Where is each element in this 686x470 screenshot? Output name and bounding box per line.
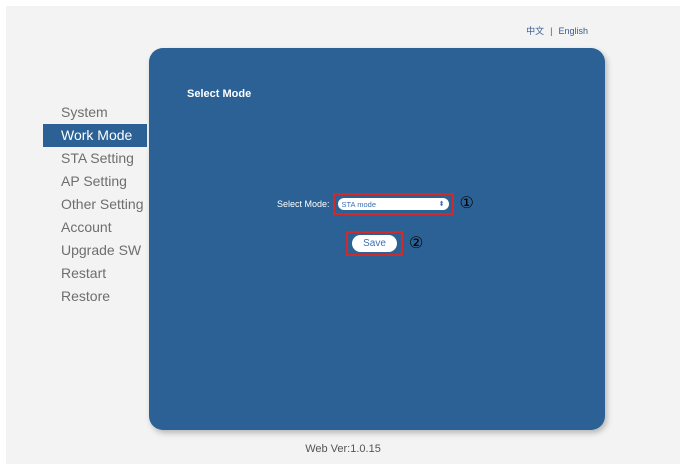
sidebar-item-sta-setting[interactable]: STA Setting <box>43 147 147 170</box>
sidebar-item-upgrade-sw[interactable]: Upgrade SW <box>43 239 147 262</box>
select-mode-dropdown[interactable]: STA mode ⬍ <box>337 198 449 210</box>
select-mode-value: STA mode <box>341 199 376 209</box>
language-english-link[interactable]: English <box>558 26 588 36</box>
sidebar-item-account[interactable]: Account <box>43 216 147 239</box>
sidebar-item-ap-setting[interactable]: AP Setting <box>43 170 147 193</box>
annotation-marker-2: ② <box>409 234 424 252</box>
main-panel: Select Mode Select Mode: STA mode ⬍ ① Sa… <box>149 48 605 430</box>
language-separator: | <box>550 25 553 36</box>
save-button[interactable]: Save <box>352 235 397 252</box>
language-switcher: 中文 | English <box>526 24 588 37</box>
sidebar-item-restore[interactable]: Restore <box>43 285 147 308</box>
footer-version: Web Ver:1.0.15 <box>305 443 381 455</box>
annotation-marker-1: ① <box>459 195 474 212</box>
sidebar-item-restart[interactable]: Restart <box>43 262 147 285</box>
panel-title: Select Mode <box>187 88 252 100</box>
sidebar-item-work-mode[interactable]: Work Mode <box>43 124 147 147</box>
select-mode-row: Select Mode: STA mode ⬍ ① <box>277 193 474 215</box>
sidebar-item-other-setting[interactable]: Other Setting <box>43 193 147 216</box>
language-chinese-link[interactable]: 中文 <box>526 24 544 37</box>
save-highlight: Save <box>346 231 403 256</box>
page: 中文 | English System Work Mode STA Settin… <box>0 0 686 470</box>
select-mode-highlight: STA mode ⬍ <box>332 193 454 215</box>
sidebar-item-system[interactable]: System <box>43 101 147 124</box>
sidebar: System Work Mode STA Setting AP Setting … <box>43 101 147 308</box>
save-row: Save ② <box>346 231 423 256</box>
select-mode-label: Select Mode: <box>277 199 330 209</box>
chevron-up-down-icon: ⬍ <box>438 200 445 208</box>
